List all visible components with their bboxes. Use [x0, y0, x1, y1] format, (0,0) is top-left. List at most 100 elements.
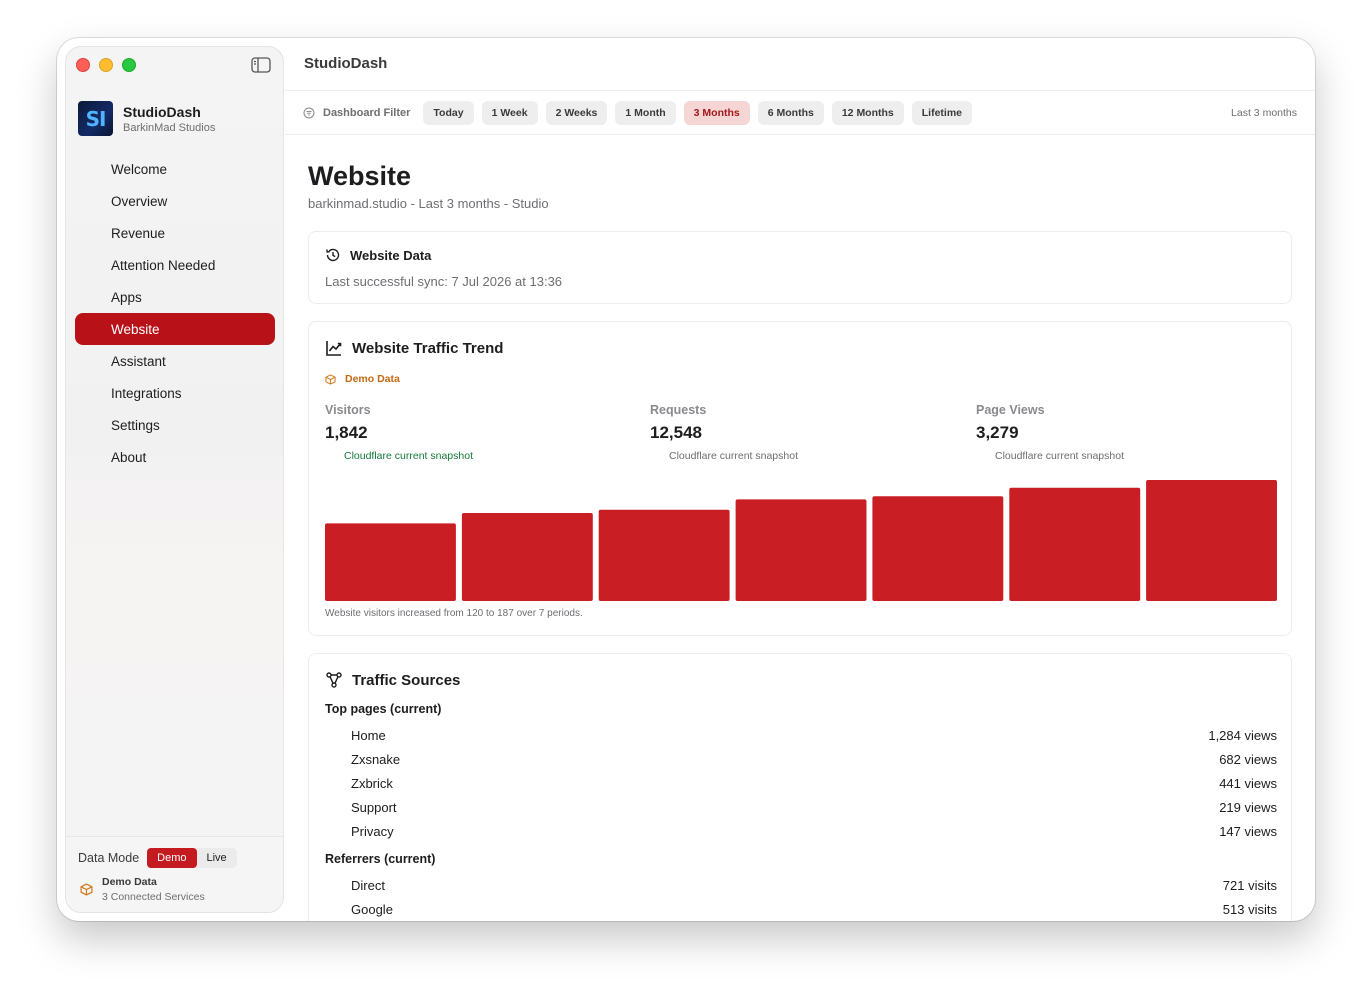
chart-bar-2	[461, 513, 593, 601]
metric-value: 1,842	[325, 423, 368, 442]
box-icon	[325, 373, 336, 385]
list-item-value: 441 views	[1219, 775, 1277, 791]
sidebar-footer: Data Mode Demo Live Demo Data 3 Connecte…	[66, 836, 283, 912]
sidebar-item-label: About	[111, 449, 147, 465]
chart-bar-6	[1009, 487, 1141, 601]
list-item[interactable]: Home 1,284 views	[325, 723, 1277, 747]
gauge-icon	[85, 193, 101, 209]
filter-1-week-button[interactable]: 1 Week	[481, 100, 538, 125]
list-item[interactable]: Privacy 147 views	[325, 819, 1277, 843]
list-item[interactable]: Direct 721 visits	[325, 873, 1277, 897]
brand: SI StudioDash BarkinMad Studios	[78, 101, 215, 136]
filter-label-text: Dashboard Filter	[323, 106, 411, 119]
list-item-value: 1,284 views	[1208, 727, 1277, 743]
metric-note-text: Cloudflare current snapshot	[995, 450, 1124, 462]
network-icon	[326, 672, 342, 688]
filter-6-months-button[interactable]: 6 Months	[757, 100, 824, 125]
list-item-value: 513 visits	[1222, 901, 1277, 917]
list-item-value: 147 views	[1219, 823, 1277, 839]
dashboard-filter-label: Dashboard Filter	[303, 107, 410, 119]
list-item[interactable]: Support 219 views	[325, 795, 1277, 819]
close-window-button[interactable]	[76, 58, 90, 72]
sidebar-toggle-icon[interactable]	[251, 57, 271, 73]
data-mode-row: Data Mode Demo Live	[78, 848, 237, 868]
share-arrow-icon	[327, 903, 339, 915]
history-icon	[326, 248, 340, 262]
document-icon	[327, 753, 339, 765]
traffic-sources-header: Traffic Sources	[325, 671, 460, 689]
sidebar-item-website[interactable]: Website	[75, 313, 275, 345]
website-data-card: Website Data Last successful sync: 7 Jul…	[308, 231, 1292, 304]
zoom-window-button[interactable]	[122, 58, 136, 72]
filter-options: Today 1 Week 2 Weeks 1 Month 3 Months 6 Month…	[423, 100, 980, 125]
document-icon	[327, 801, 339, 813]
metric-note-text: Cloudflare current snapshot	[669, 450, 798, 462]
top-pages-title: Top pages (current)	[325, 702, 442, 716]
dashboard-filter-bar: Dashboard Filter Today 1 Week 2 Weeks 1 Mon…	[285, 90, 1315, 135]
traffic-trend-card: Website Traffic Trend Demo Data Visitors…	[308, 321, 1292, 636]
filter-2-weeks-button[interactable]: 2 Weeks	[545, 100, 608, 125]
window-controls	[76, 58, 136, 72]
filter-lifetime-button[interactable]: Lifetime	[911, 100, 973, 125]
website-data-title: Website Data	[350, 247, 432, 263]
app-logo: SI	[78, 101, 113, 136]
referrers-title: Referrers (current)	[325, 852, 436, 866]
list-item-name: Support	[351, 799, 397, 815]
list-item-value: 721 visits	[1222, 877, 1277, 893]
chart-line-icon	[326, 341, 342, 356]
minimize-window-button[interactable]	[99, 58, 113, 72]
demo-status-subtitle: 3 Connected Services	[102, 891, 205, 903]
sidebar-item-integrations[interactable]: Integrations	[75, 377, 275, 409]
trend-up-icon	[325, 451, 335, 461]
list-item-name: Zxsnake	[351, 751, 401, 767]
website-data-header: Website Data	[325, 247, 431, 263]
demo-data-badge: Demo Data	[325, 373, 400, 385]
brand-subtitle: BarkinMad Studios	[123, 121, 216, 134]
filter-1-month-button[interactable]: 1 Month	[615, 100, 676, 125]
filter-3-months-button[interactable]: 3 Months	[683, 100, 750, 125]
sidebar-item-attention-needed[interactable]: Attention Needed	[75, 249, 275, 281]
list-item-name: Zxbrick	[351, 775, 393, 791]
sidebar-item-label: Overview	[111, 193, 168, 209]
sidebar-item-revenue[interactable]: Revenue	[75, 217, 275, 249]
sparkle-icon	[85, 353, 101, 369]
list-item[interactable]: Zxsnake 682 views	[325, 747, 1277, 771]
app-title: StudioDash	[304, 55, 388, 72]
share-arrow-icon	[327, 879, 339, 891]
chart-bar-1	[325, 523, 456, 601]
chart-bar-4	[735, 499, 867, 601]
document-icon	[327, 825, 339, 837]
chart-caption: Website visitors increased from 120 to 1…	[325, 608, 583, 619]
box-icon	[80, 883, 93, 896]
sidebar-item-overview[interactable]: Overview	[75, 185, 275, 217]
list-item[interactable]: Zxbrick 441 views	[325, 771, 1277, 795]
metric-requests: Requests 12,548 Cloudflare current snapsho…	[650, 403, 950, 462]
metric-note: Cloudflare current snapshot	[650, 450, 950, 462]
sidebar-item-apps[interactable]: Apps	[75, 281, 275, 313]
sidebar-item-label: Revenue	[111, 225, 166, 241]
gear-icon	[85, 417, 101, 433]
sidebar-item-about[interactable]: About	[75, 441, 275, 473]
metric-value: 3,279	[976, 423, 1019, 442]
data-mode-toggle: Demo Live	[147, 848, 237, 868]
traffic-trend-title: Website Traffic Trend	[352, 339, 504, 357]
page-subtitle: barkinmad.studio - Last 3 months - Studi…	[308, 196, 549, 211]
document-icon	[327, 777, 339, 789]
sidebar-item-welcome[interactable]: Welcome	[75, 153, 275, 185]
sidebar-item-settings[interactable]: Settings	[75, 409, 275, 441]
globe-icon	[85, 321, 101, 337]
filter-12-months-button[interactable]: 12 Months	[831, 100, 904, 125]
list-item-name: Direct	[351, 877, 385, 893]
sidebar-item-assistant[interactable]: Assistant	[75, 345, 275, 377]
mode-demo-button[interactable]: Demo	[147, 848, 197, 868]
chart-line-icon	[85, 225, 101, 241]
metric-value: 12,548	[650, 423, 702, 442]
list-item[interactable]: Google 513 visits	[325, 897, 1277, 921]
filter-today-button[interactable]: Today	[423, 100, 474, 125]
sidebar-item-label: Attention Needed	[111, 257, 216, 273]
document-icon	[327, 729, 339, 741]
metric-label: Visitors	[325, 403, 371, 417]
metric-label: Requests	[650, 403, 707, 417]
mode-live-button[interactable]: Live	[197, 848, 237, 868]
traffic-sources-title: Traffic Sources	[352, 671, 461, 689]
